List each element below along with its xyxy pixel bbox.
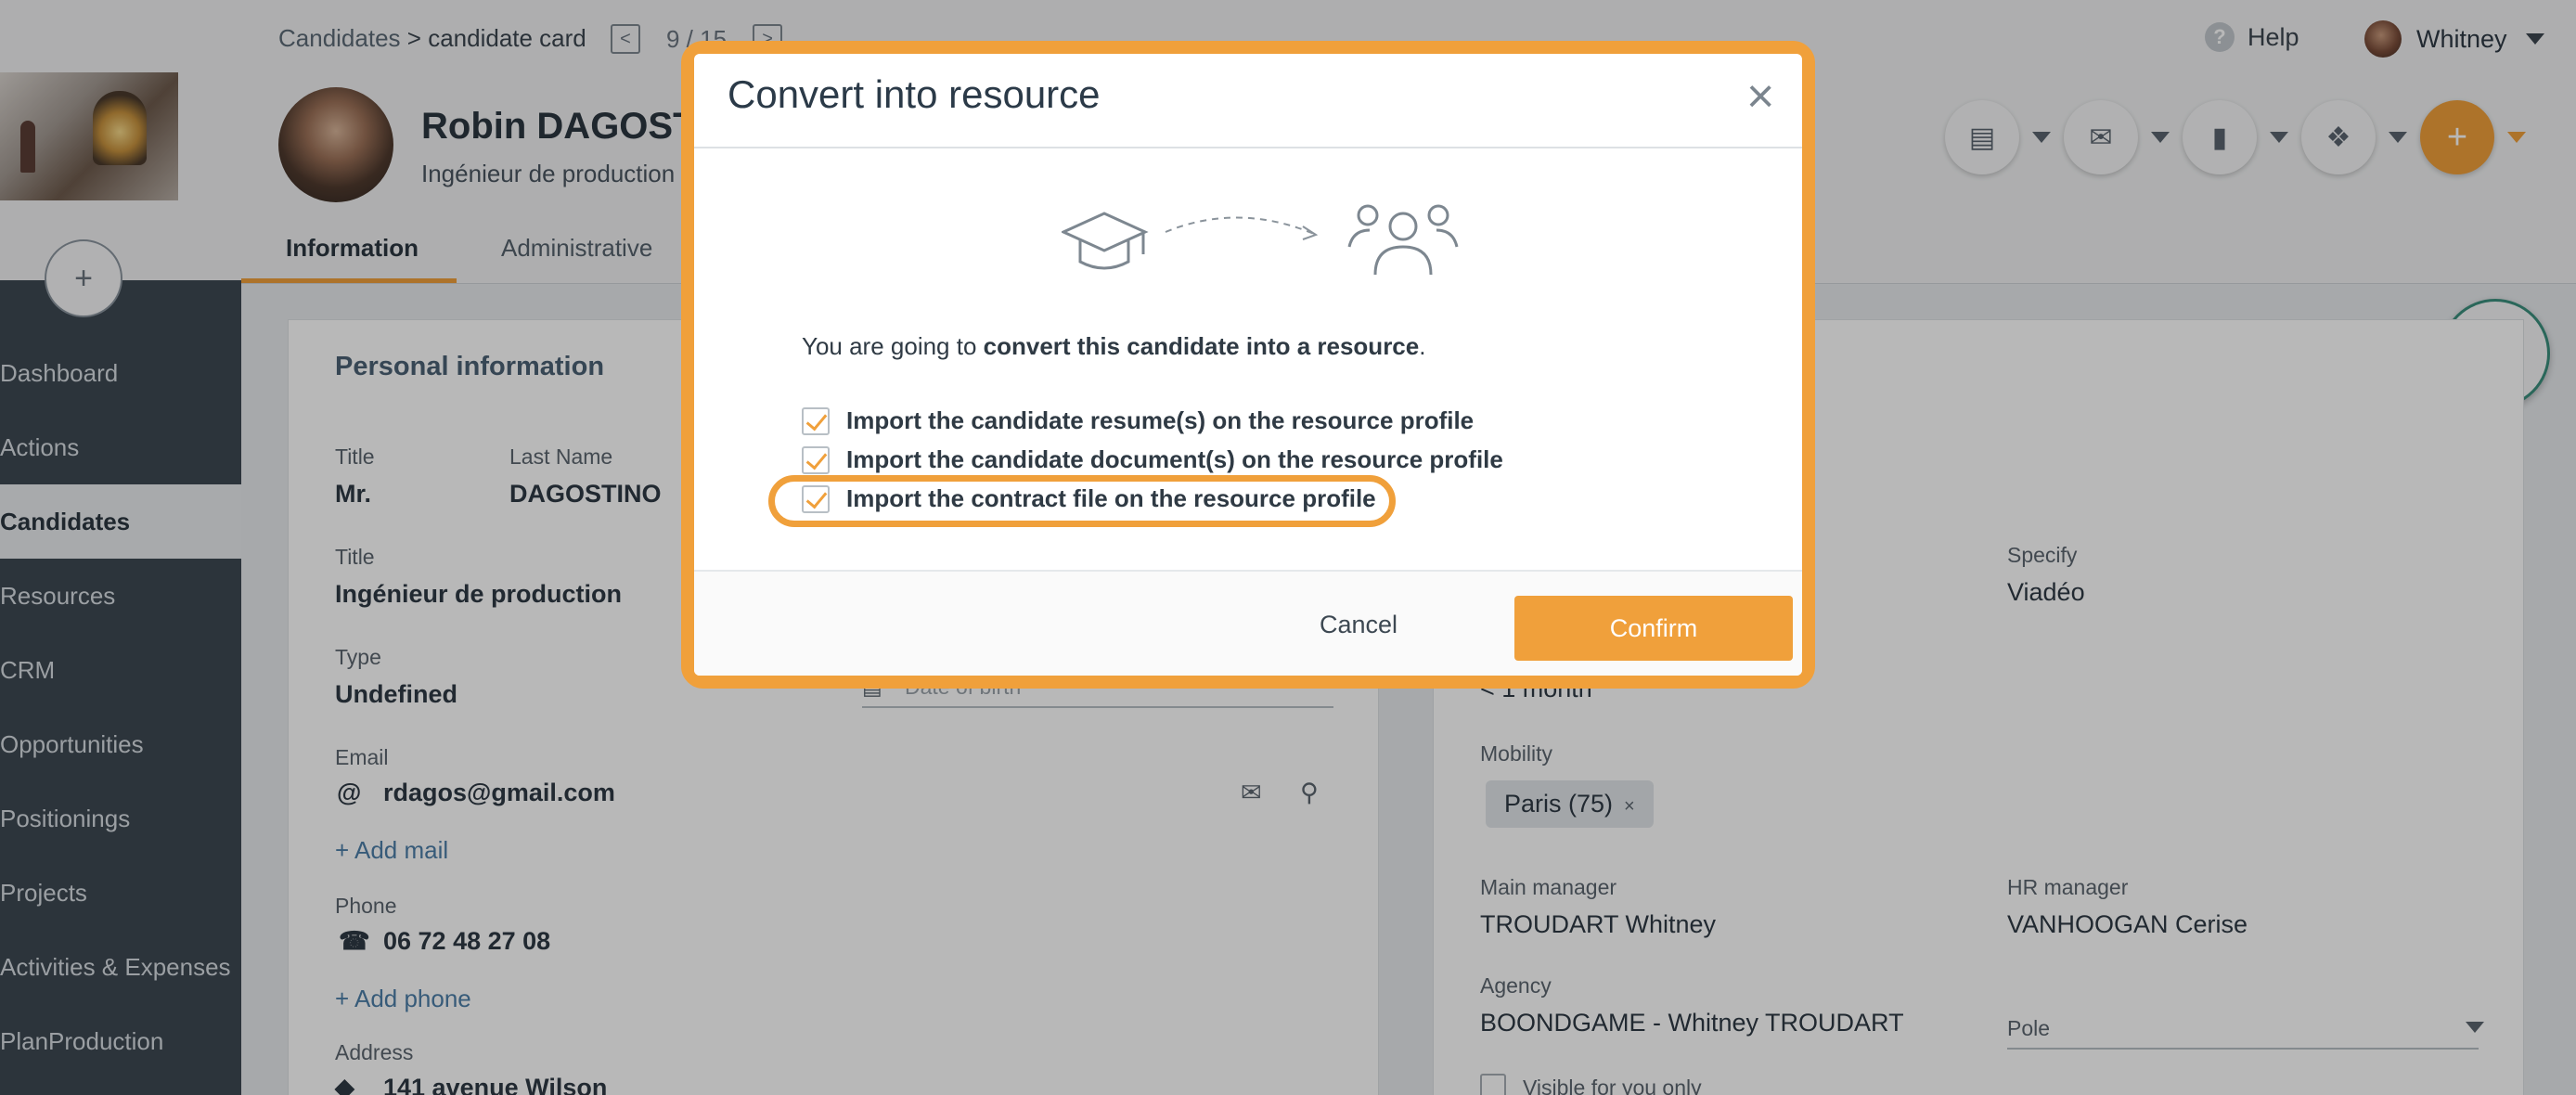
users-group-icon bbox=[1347, 204, 1459, 276]
dialog-message: You are going to convert this candidate … bbox=[802, 332, 1425, 361]
dialog-footer: Cancel Confirm bbox=[694, 570, 1802, 676]
dialog-header: Convert into resource × bbox=[694, 54, 1802, 148]
import-resume-label: Import the candidate resume(s) on the re… bbox=[846, 406, 1475, 434]
import-documents-label: Import the candidate document(s) on the … bbox=[846, 445, 1503, 473]
dialog-message-emphasis: convert this candidate into a resource bbox=[983, 332, 1420, 360]
close-icon[interactable]: × bbox=[1746, 72, 1774, 121]
dialog-title: Convert into resource bbox=[728, 72, 1101, 116]
import-resume-checkbox[interactable] bbox=[802, 406, 830, 435]
graduation-cap-icon bbox=[1062, 212, 1149, 270]
dialog-message-prefix: You are going to bbox=[802, 332, 984, 360]
contract-option-highlight bbox=[768, 475, 1396, 527]
import-documents-option[interactable]: Import the candidate document(s) on the … bbox=[802, 445, 1503, 474]
convert-resource-dialog: Convert into resource × You are going to… bbox=[694, 54, 1802, 676]
arrow-icon bbox=[1165, 216, 1315, 235]
confirm-button[interactable]: Confirm bbox=[1514, 596, 1793, 661]
import-documents-checkbox[interactable] bbox=[802, 445, 830, 474]
dialog-message-suffix: . bbox=[1419, 332, 1426, 360]
conversion-illustration bbox=[1062, 204, 1459, 276]
import-resume-option[interactable]: Import the candidate resume(s) on the re… bbox=[802, 406, 1474, 435]
cancel-button[interactable]: Cancel bbox=[1320, 611, 1397, 639]
